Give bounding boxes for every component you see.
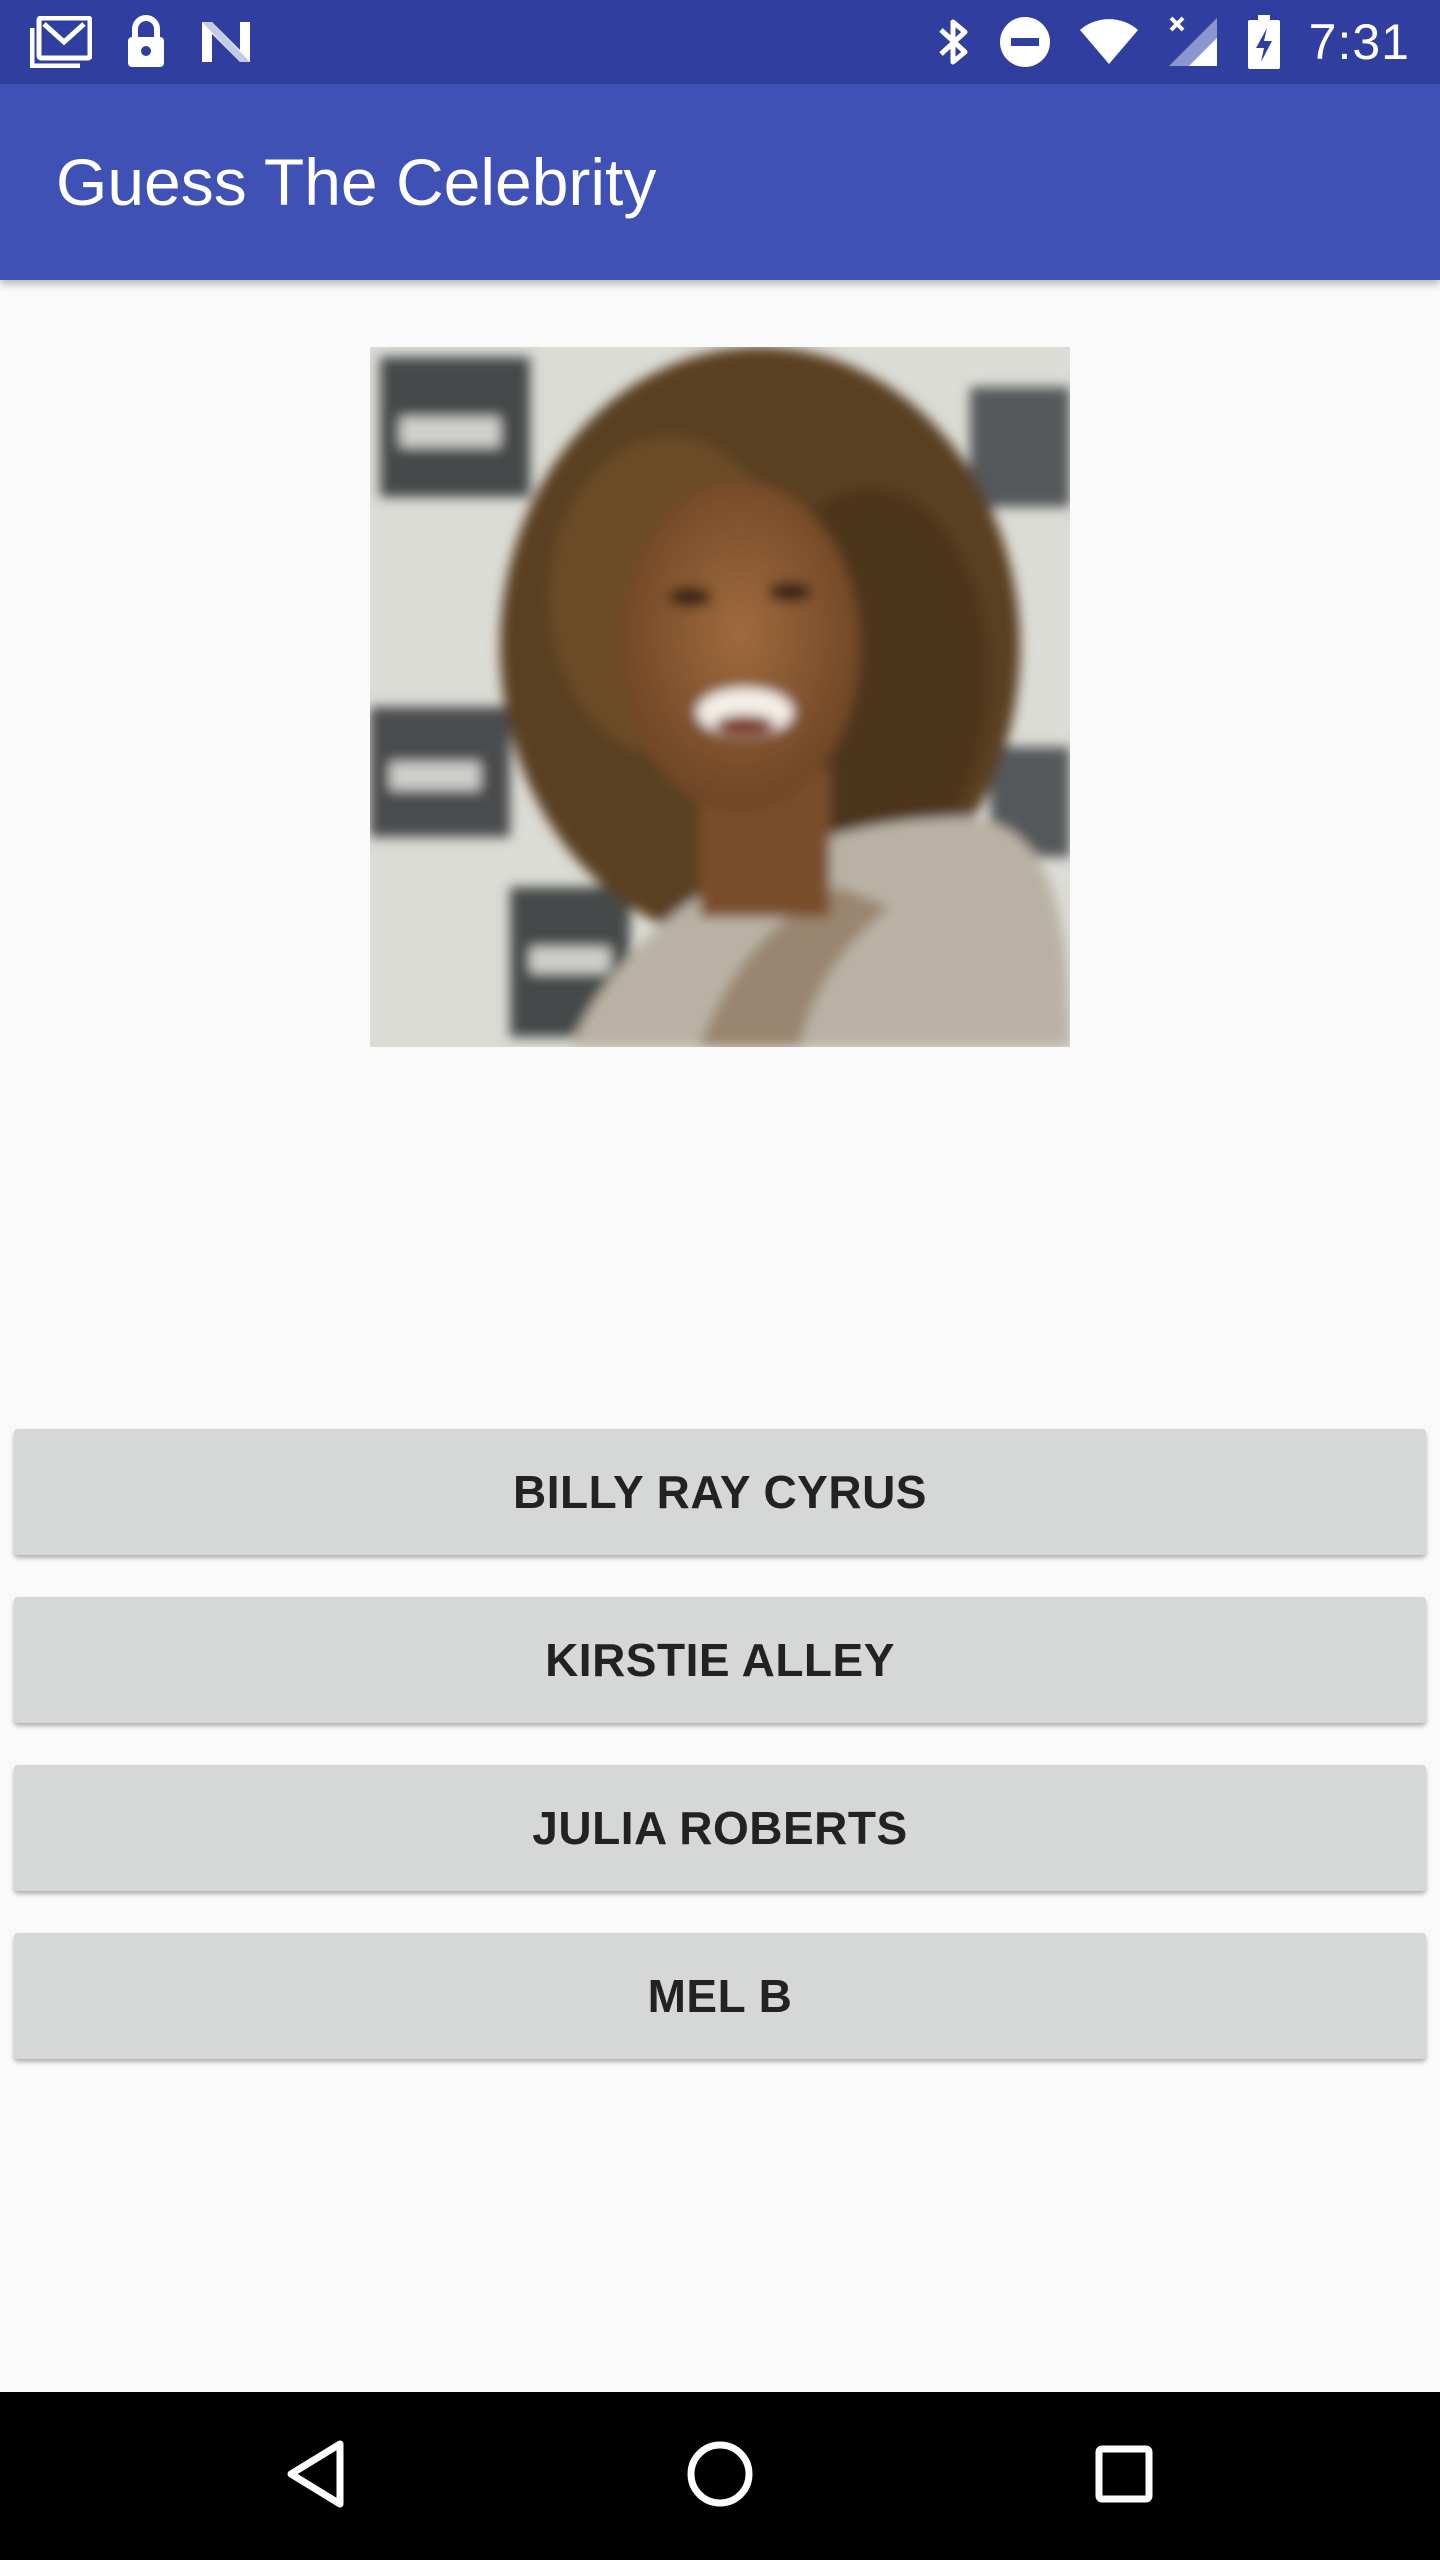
app-bar: Guess The Celebrity bbox=[0, 84, 1440, 280]
answer-button-mel-b[interactable]: MEL B bbox=[14, 1933, 1426, 2059]
bluetooth-icon bbox=[937, 16, 971, 68]
answer-button-kirstie-alley[interactable]: KIRSTIE ALLEY bbox=[14, 1597, 1426, 1723]
status-time: 7:31 bbox=[1308, 14, 1410, 70]
recents-button[interactable] bbox=[1074, 2426, 1174, 2526]
wifi-icon bbox=[1079, 18, 1139, 66]
app-title: Guess The Celebrity bbox=[56, 145, 657, 219]
signal-icon bbox=[1167, 16, 1219, 68]
gmail-icon bbox=[30, 16, 92, 68]
back-icon bbox=[284, 2439, 348, 2514]
recents-icon bbox=[1094, 2444, 1154, 2509]
home-icon bbox=[686, 2440, 754, 2513]
home-button[interactable] bbox=[670, 2426, 770, 2526]
battery-charging-icon bbox=[1247, 14, 1281, 70]
do-not-disturb-icon bbox=[999, 16, 1051, 68]
status-bar: 7:31 bbox=[0, 0, 1440, 84]
status-left-icons bbox=[30, 14, 252, 70]
n-logo-icon bbox=[200, 20, 252, 64]
status-right-icons: 7:31 bbox=[937, 10, 1410, 74]
navigation-bar bbox=[0, 2392, 1440, 2560]
answer-button-billy-ray-cyrus[interactable]: BILLY RAY CYRUS bbox=[14, 1429, 1426, 1555]
celebrity-photo bbox=[370, 347, 1070, 1047]
lock-icon bbox=[126, 15, 166, 69]
answer-button-julia-roberts[interactable]: JULIA ROBERTS bbox=[14, 1765, 1426, 1891]
back-button[interactable] bbox=[266, 2426, 366, 2526]
